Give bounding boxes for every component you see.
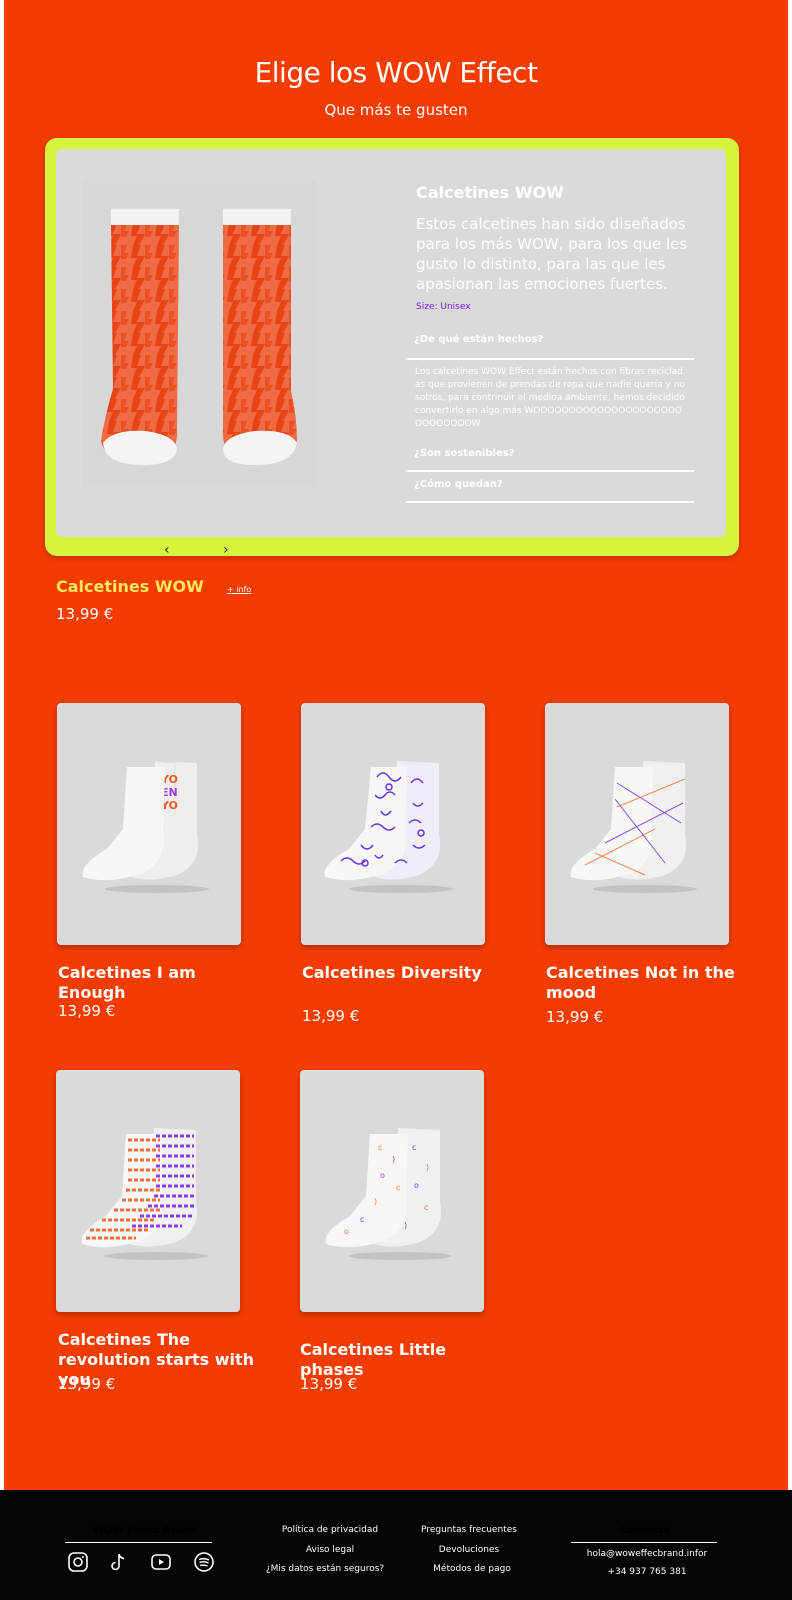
featured-price: 13,99 €: [56, 605, 114, 623]
svg-text:): ): [404, 1221, 407, 1230]
svg-text:c: c: [378, 1143, 382, 1152]
product-card[interactable]: [56, 1070, 240, 1312]
featured-size: Size: Unisex: [416, 302, 471, 312]
page-subtitle: Que más te gusten: [324, 101, 468, 119]
footer-divider: [571, 1542, 717, 1543]
svg-text:c: c: [360, 1215, 364, 1224]
faq-question: ¿Cómo quedan?: [414, 479, 503, 490]
data-security-link[interactable]: ¿Mis datos están seguros?: [245, 1564, 405, 1574]
sock-revolution-icon: [81, 1128, 208, 1260]
product-card[interactable]: YO EN YO: [57, 703, 241, 945]
product-price: 13,99 €: [302, 1007, 360, 1025]
legal-notice-link[interactable]: Aviso legal: [250, 1545, 410, 1555]
footer-brand: WOW Effect Brand: [93, 1525, 197, 1536]
returns-link[interactable]: Devoluciones: [389, 1545, 549, 1555]
sock-i-am-enough-icon: YO EN YO: [82, 760, 209, 893]
chevron-right-icon[interactable]: ›: [223, 542, 229, 558]
svg-text:c: c: [396, 1183, 400, 1192]
chevron-left-icon[interactable]: ‹: [164, 542, 170, 558]
instagram-icon[interactable]: [67, 1551, 89, 1573]
product-card[interactable]: [545, 703, 729, 945]
svg-text:c: c: [412, 1143, 416, 1152]
faq-question: ¿Son sostenibles?: [414, 448, 515, 459]
svg-text:): ): [374, 1197, 377, 1206]
product-price: 13,99 €: [546, 1008, 604, 1026]
faq-materials-answer: Los calcetines WOW Effect están hechos c…: [415, 367, 685, 429]
payment-methods-link[interactable]: Métodos de pago: [392, 1564, 552, 1574]
contact-email-link[interactable]: hola@woweffecbrand.infor: [567, 1549, 727, 1559]
faq-sustainable-toggle[interactable]: ¿Son sostenibles?: [406, 448, 694, 472]
product-card[interactable]: c) o c ) c o c ) o c): [300, 1070, 484, 1312]
product-price: 13,99 €: [300, 1375, 358, 1393]
tiktok-icon[interactable]: [107, 1551, 129, 1573]
svg-text:o: o: [414, 1181, 419, 1190]
sock-not-in-the-mood-icon: [570, 761, 697, 893]
faq-materials-toggle[interactable]: ¿De qué están hechos?: [406, 334, 694, 360]
privacy-policy-link[interactable]: Política de privacidad: [250, 1525, 410, 1535]
spotify-icon[interactable]: [193, 1551, 215, 1573]
more-info-link[interactable]: + info: [227, 585, 251, 594]
svg-text:c: c: [424, 1203, 428, 1212]
product-name[interactable]: Calcetines Not in the mood: [546, 963, 736, 1003]
product-name[interactable]: Calcetines Little phases: [300, 1340, 500, 1380]
page-title: Elige los WOW Effect: [254, 56, 538, 89]
svg-text:o: o: [344, 1227, 349, 1236]
featured-description: Estos calcetines han sido diseñados para…: [416, 215, 688, 293]
featured-name[interactable]: Calcetines WOW: [56, 577, 204, 596]
sock-little-phases-icon: c) o c ) c o c ) o c): [325, 1128, 452, 1260]
product-card[interactable]: [301, 703, 485, 945]
youtube-icon[interactable]: [150, 1551, 172, 1573]
faq-question: ¿De qué están hechos?: [414, 334, 544, 345]
product-price: 13,99 €: [58, 1002, 116, 1020]
faq-link[interactable]: Preguntas frecuentes: [389, 1525, 549, 1535]
footer-divider: [65, 1542, 212, 1543]
sock-diversity-icon: [324, 761, 453, 893]
svg-text:): ): [426, 1163, 429, 1172]
sock-pair-pattern-icon: [83, 179, 315, 487]
contact-title: Contacto: [620, 1525, 671, 1536]
svg-text:o: o: [380, 1171, 385, 1180]
contact-phone-link[interactable]: +34 937 765 381: [567, 1567, 727, 1577]
svg-text:): ): [392, 1155, 395, 1164]
product-price: 13,99 €: [58, 1375, 116, 1393]
featured-title: Calcetines WOW: [416, 183, 564, 202]
faq-fit-toggle[interactable]: ¿Cómo quedan?: [406, 479, 694, 503]
product-name[interactable]: Calcetines Diversity: [302, 963, 492, 983]
product-name[interactable]: Calcetines I am Enough: [58, 963, 248, 1003]
